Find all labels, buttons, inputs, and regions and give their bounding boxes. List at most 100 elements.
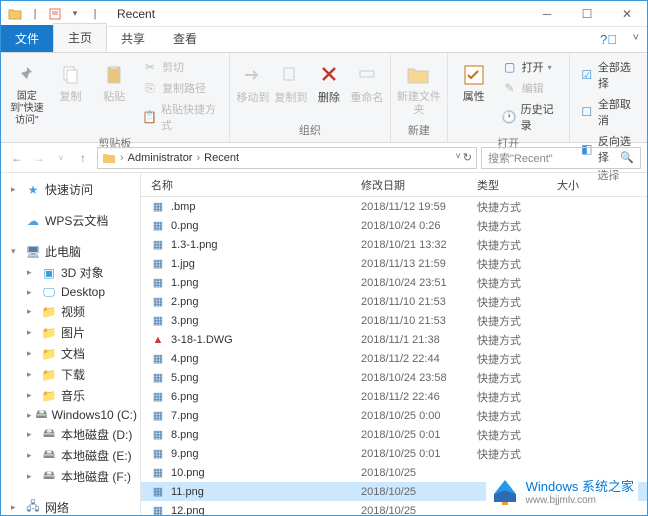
nav-wps[interactable]: ☁WPS云文档 bbox=[1, 210, 140, 231]
nav-disk-f[interactable]: ▸🖴本地磁盘 (F:) bbox=[1, 466, 140, 487]
folder-icon[interactable] bbox=[7, 6, 23, 22]
select-all-button[interactable]: ☑全部选择 bbox=[576, 57, 641, 93]
file-date: 2018/11/2 22:44 bbox=[361, 353, 477, 365]
nav-network[interactable]: ▸🖧网络 bbox=[1, 497, 140, 515]
recent-locations-button[interactable]: ˅ bbox=[51, 148, 71, 168]
move-to-button[interactable]: 移动到 bbox=[236, 57, 270, 105]
file-name: 1.jpg bbox=[171, 258, 195, 270]
file-row[interactable]: ▦.bmp2018/11/12 19:59快捷方式 bbox=[141, 197, 647, 216]
file-row[interactable]: ▦6.png2018/11/2 22:46快捷方式 bbox=[141, 387, 647, 406]
nav-this-pc[interactable]: ▾🖥此电脑 bbox=[1, 241, 140, 262]
file-row[interactable]: ▦3.png2018/11/10 21:53快捷方式 bbox=[141, 311, 647, 330]
file-date: 2018/10/25 0:01 bbox=[361, 429, 477, 441]
file-date: 2018/10/24 23:51 bbox=[361, 277, 477, 289]
file-name: 1.png bbox=[171, 277, 199, 289]
file-row[interactable]: ▦4.png2018/11/2 22:44快捷方式 bbox=[141, 349, 647, 368]
nav-documents[interactable]: ▸📁文档 bbox=[1, 343, 140, 364]
file-row[interactable]: ▦10.png2018/10/25 bbox=[141, 463, 647, 482]
paste-shortcut-button[interactable]: 📋粘贴快捷方式 bbox=[138, 99, 223, 135]
file-icon: ▦ bbox=[151, 219, 165, 233]
crumb-admin[interactable]: Administrator bbox=[128, 152, 193, 164]
file-row[interactable]: ▦12.png2018/10/25 bbox=[141, 501, 647, 515]
search-icon[interactable]: 🔍 bbox=[620, 151, 634, 164]
file-icon: ▦ bbox=[151, 257, 165, 271]
file-type: 快捷方式 bbox=[477, 256, 557, 272]
file-row[interactable]: ▦8.png2018/10/25 0:01快捷方式 bbox=[141, 425, 647, 444]
qat-dropdown-icon[interactable]: ▾ bbox=[67, 6, 83, 22]
nav-disk-e[interactable]: ▸🖴本地磁盘 (E:) bbox=[1, 445, 140, 466]
nav-desktop[interactable]: ▸🖵Desktop bbox=[1, 283, 140, 301]
back-button[interactable]: ← bbox=[7, 148, 27, 168]
file-row[interactable]: ▦1.jpg2018/11/13 21:59快捷方式 bbox=[141, 254, 647, 273]
search-input[interactable]: 搜索"Recent" 🔍 bbox=[481, 147, 641, 169]
window-title: Recent bbox=[109, 7, 527, 21]
history-button[interactable]: 🕐历史记录 bbox=[498, 99, 563, 135]
refresh-icon[interactable]: ↻ bbox=[463, 151, 472, 164]
tab-file[interactable]: 文件 bbox=[1, 25, 53, 52]
tab-share[interactable]: 共享 bbox=[107, 25, 159, 52]
ribbon-group-new: 新建文件夹 新建 bbox=[391, 53, 448, 142]
pin-button[interactable]: 固定到"快速访问" bbox=[7, 57, 47, 127]
chevron-right-icon[interactable]: › bbox=[196, 152, 200, 164]
chevron-right-icon[interactable]: › bbox=[120, 152, 124, 164]
nav-disk-d[interactable]: ▸🖴本地磁盘 (D:) bbox=[1, 424, 140, 445]
nav-downloads[interactable]: ▸📁下载 bbox=[1, 364, 140, 385]
delete-button[interactable]: 删除 bbox=[312, 57, 346, 105]
crumb-recent[interactable]: Recent bbox=[204, 152, 239, 164]
file-type: 快捷方式 bbox=[477, 275, 557, 291]
pin-icon bbox=[13, 61, 41, 89]
paste-button[interactable]: 粘贴 bbox=[94, 57, 134, 104]
tab-home[interactable]: 主页 bbox=[53, 23, 107, 52]
properties-button[interactable]: 属性 bbox=[454, 57, 494, 104]
nav-music[interactable]: ▸📁音乐 bbox=[1, 385, 140, 406]
rename-button[interactable]: 重命名 bbox=[350, 57, 384, 105]
ribbon: 固定到"快速访问" 复制 粘贴 ✂剪切 ⎘复制路径 📋粘贴快捷方式 剪贴板 bbox=[1, 53, 647, 143]
file-row[interactable]: ▦2.png2018/11/10 21:53快捷方式 bbox=[141, 292, 647, 311]
breadcrumb[interactable]: › Administrator › Recent ˅ ↻ bbox=[97, 147, 477, 169]
col-name[interactable]: 名称 bbox=[141, 177, 361, 193]
col-date[interactable]: 修改日期 bbox=[361, 177, 477, 193]
nav-videos[interactable]: ▸📁视频 bbox=[1, 301, 140, 322]
file-row[interactable]: ▦1.3-1.png2018/10/21 13:32快捷方式 bbox=[141, 235, 647, 254]
file-row[interactable]: ▦9.png2018/10/25 0:01快捷方式 bbox=[141, 444, 647, 463]
file-row[interactable]: ▦5.png2018/10/24 23:58快捷方式 bbox=[141, 368, 647, 387]
paste-shortcut-icon: 📋 bbox=[142, 109, 157, 125]
col-type[interactable]: 类型 bbox=[477, 177, 557, 193]
file-row[interactable]: ▦1.png2018/10/24 23:51快捷方式 bbox=[141, 273, 647, 292]
disk-icon: 🖴 bbox=[41, 449, 57, 463]
expand-ribbon-icon[interactable]: ˅ bbox=[633, 32, 639, 44]
window-controls: ─ ☐ ✕ bbox=[527, 1, 647, 26]
forward-button[interactable]: → bbox=[29, 148, 49, 168]
file-date: 2018/11/1 21:38 bbox=[361, 334, 477, 346]
copy-to-button[interactable]: 复制到 bbox=[274, 57, 308, 105]
music-icon: 📁 bbox=[41, 389, 57, 403]
nav-3d-objects[interactable]: ▸▣3D 对象 bbox=[1, 262, 140, 283]
file-row[interactable]: ▦0.png2018/10/24 0:26快捷方式 bbox=[141, 216, 647, 235]
history-icon: 🕐 bbox=[502, 109, 517, 125]
minimize-button[interactable]: ─ bbox=[527, 1, 567, 26]
help-icon[interactable]: ?⃝ bbox=[600, 32, 617, 47]
tab-view[interactable]: 查看 bbox=[159, 25, 211, 52]
maximize-button[interactable]: ☐ bbox=[567, 1, 607, 26]
file-row[interactable]: ▦7.png2018/10/25 0:00快捷方式 bbox=[141, 406, 647, 425]
new-folder-button[interactable]: 新建文件夹 bbox=[397, 57, 441, 117]
nav-pictures[interactable]: ▸📁图片 bbox=[1, 322, 140, 343]
properties-qat-icon[interactable] bbox=[47, 6, 63, 22]
cloud-icon: ☁ bbox=[25, 214, 41, 228]
edit-button[interactable]: ✎编辑 bbox=[498, 78, 563, 98]
select-none-button[interactable]: ☐全部取消 bbox=[576, 94, 641, 130]
nav-quick-access[interactable]: ▸★快速访问 bbox=[1, 179, 140, 200]
nav-disk-c[interactable]: ▸🖴Windows10 (C:) bbox=[1, 406, 140, 424]
file-row[interactable]: ▲3-18-1.DWG2018/11/1 21:38快捷方式 bbox=[141, 330, 647, 349]
open-button[interactable]: ▢打开▾ bbox=[498, 57, 563, 77]
up-button[interactable]: ↑ bbox=[73, 148, 93, 168]
cut-button[interactable]: ✂剪切 bbox=[138, 57, 223, 77]
file-row[interactable]: ▦11.png2018/10/25 bbox=[141, 482, 647, 501]
file-type: 快捷方式 bbox=[477, 351, 557, 367]
col-size[interactable]: 大小 bbox=[557, 177, 647, 193]
address-dropdown-icon[interactable]: ˅ bbox=[456, 151, 461, 164]
close-button[interactable]: ✕ bbox=[607, 1, 647, 26]
network-icon: 🖧 bbox=[25, 501, 41, 515]
copy-button[interactable]: 复制 bbox=[51, 57, 91, 104]
copy-path-button[interactable]: ⎘复制路径 bbox=[138, 78, 223, 98]
